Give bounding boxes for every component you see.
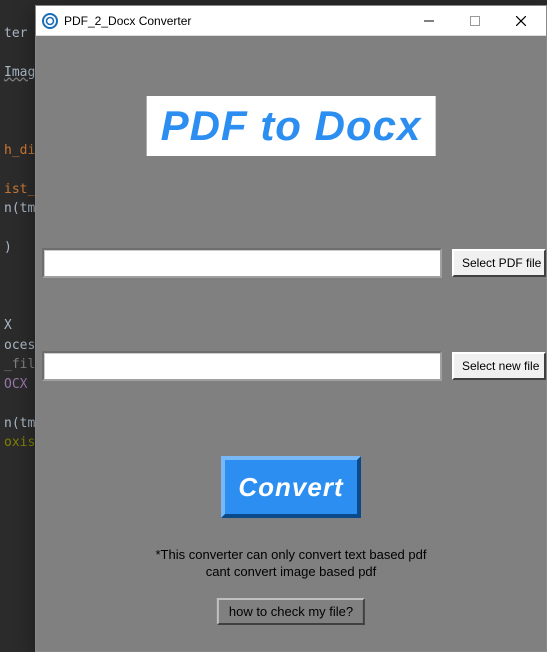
note-line-2: cant convert image based pdf bbox=[36, 564, 546, 581]
window-title: PDF_2_Docx Converter bbox=[64, 14, 406, 28]
maximize-button[interactable] bbox=[452, 6, 498, 36]
note-text: *This converter can only convert text ba… bbox=[36, 547, 546, 581]
select-output-button[interactable]: Select new file bbox=[452, 352, 546, 380]
titlebar[interactable]: PDF_2_Docx Converter bbox=[36, 6, 546, 36]
minimize-button[interactable] bbox=[406, 6, 452, 36]
convert-button[interactable]: Convert bbox=[221, 456, 361, 518]
output-docx-row: Select new file bbox=[42, 351, 546, 381]
client-area: PDF to Docx Select PDF file Select new f… bbox=[36, 36, 546, 651]
input-pdf-row: Select PDF file bbox=[42, 248, 546, 278]
close-button[interactable] bbox=[498, 6, 544, 36]
app-icon bbox=[42, 13, 58, 29]
docx-path-input[interactable] bbox=[42, 351, 442, 381]
note-line-1: *This converter can only convert text ba… bbox=[36, 547, 546, 564]
select-pdf-button[interactable]: Select PDF file bbox=[452, 249, 546, 277]
app-window: PDF_2_Docx Converter PDF to Docx Select … bbox=[35, 5, 547, 652]
pdf-path-input[interactable] bbox=[42, 248, 442, 278]
help-button[interactable]: how to check my file? bbox=[217, 598, 365, 625]
app-logo: PDF to Docx bbox=[147, 96, 436, 156]
